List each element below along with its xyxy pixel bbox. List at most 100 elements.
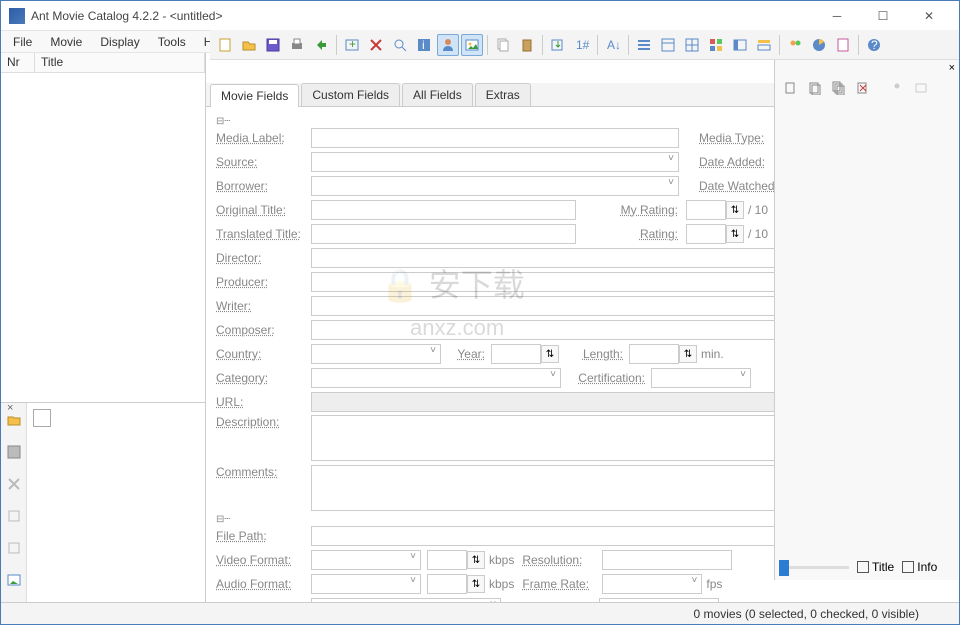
length-stepper[interactable]: ⇅ <box>679 345 697 363</box>
import-icon[interactable] <box>547 34 569 56</box>
export-icon[interactable] <box>310 34 332 56</box>
new-icon[interactable] <box>214 34 236 56</box>
paste-icon[interactable] <box>516 34 538 56</box>
lbl-my-rating: My Rating: <box>596 203 686 217</box>
sort-icon[interactable]: A↓ <box>602 34 624 56</box>
lbl-length: Length: <box>559 347 629 361</box>
my-rating-stepper[interactable]: ⇅ <box>726 201 744 219</box>
group-icon[interactable] <box>753 34 775 56</box>
svg-text:A↓: A↓ <box>607 38 621 52</box>
country-select[interactable] <box>311 344 441 364</box>
menu-tools[interactable]: Tools <box>150 33 194 51</box>
stats-icon[interactable] <box>808 34 830 56</box>
close-button[interactable]: ✕ <box>907 2 951 30</box>
renumber-icon[interactable]: 1# <box>571 34 593 56</box>
side-person-icon[interactable] <box>887 78 907 98</box>
zoom-slider[interactable] <box>779 558 849 576</box>
minimize-button[interactable]: ─ <box>815 2 859 30</box>
lbl-director: Director: <box>216 251 311 265</box>
thumb-paste-icon[interactable] <box>3 537 25 559</box>
lbl-resolution: Resolution: <box>522 553 602 567</box>
certification-select[interactable] <box>651 368 751 388</box>
thumb-picture-icon[interactable] <box>3 569 25 591</box>
collapse-icon-2[interactable]: ⊟┄ <box>216 514 230 525</box>
frame-rate-select[interactable] <box>602 574 702 594</box>
lbl-certification: Certification: <box>561 371 651 385</box>
side-close-icon[interactable]: × <box>949 62 955 74</box>
view-thumbs-icon[interactable] <box>705 34 727 56</box>
video-format-select[interactable] <box>311 550 421 570</box>
info-icon[interactable]: i <box>413 34 435 56</box>
chk-title[interactable]: Title <box>857 560 894 574</box>
menu-file[interactable]: File <box>5 33 40 51</box>
save-icon[interactable] <box>262 34 284 56</box>
menu-movie[interactable]: Movie <box>42 33 90 51</box>
search-icon[interactable] <box>389 34 411 56</box>
files-sizes-input[interactable] <box>599 598 719 602</box>
category-select[interactable] <box>311 368 561 388</box>
collapse-icon[interactable]: ⊟┄ <box>216 116 230 127</box>
col-title[interactable]: Title <box>35 53 205 72</box>
person-icon[interactable] <box>437 34 459 56</box>
view-cards-icon[interactable] <box>729 34 751 56</box>
col-nr[interactable]: Nr <box>1 53 35 72</box>
lbl-comments: Comments: <box>216 465 311 511</box>
audio-format-select[interactable] <box>311 574 421 594</box>
rating-input[interactable] <box>686 224 726 244</box>
thumbnail-area[interactable] <box>27 403 205 602</box>
add-icon[interactable]: + <box>341 34 363 56</box>
tab-extras[interactable]: Extras <box>475 83 531 106</box>
svg-text:?: ? <box>871 38 878 52</box>
picture-icon[interactable] <box>461 34 483 56</box>
delete-icon[interactable] <box>365 34 387 56</box>
side-copy2-icon[interactable] <box>805 78 825 98</box>
chk-info[interactable]: Info <box>902 560 937 574</box>
movie-list[interactable] <box>1 73 205 402</box>
source-select[interactable] <box>311 152 679 172</box>
side-delete-icon[interactable] <box>853 78 873 98</box>
year-stepper[interactable]: ⇅ <box>541 345 559 363</box>
borrower-select[interactable] <box>311 176 679 196</box>
print-icon[interactable] <box>286 34 308 56</box>
audio-bitrate-input[interactable] <box>427 574 467 594</box>
producer-input[interactable] <box>311 272 779 292</box>
svg-text:1#: 1# <box>576 38 590 52</box>
lbl-translated-title: Translated Title: <box>216 227 311 241</box>
tab-custom-fields[interactable]: Custom Fields <box>301 83 400 106</box>
side-picture2-icon[interactable] <box>911 78 931 98</box>
open-icon[interactable] <box>238 34 260 56</box>
thumb-copy-icon[interactable] <box>3 505 25 527</box>
thumb-save-icon[interactable] <box>3 441 25 463</box>
menu-display[interactable]: Display <box>92 33 147 51</box>
view-form-icon[interactable] <box>657 34 679 56</box>
year-input[interactable] <box>491 344 541 364</box>
lbl-writer: Writer: <box>216 299 311 313</box>
writer-input[interactable] <box>311 296 779 316</box>
tab-all-fields[interactable]: All Fields <box>402 83 473 106</box>
users-icon[interactable] <box>784 34 806 56</box>
original-title-input[interactable] <box>311 200 576 220</box>
length-input[interactable] <box>629 344 679 364</box>
window-title: Ant Movie Catalog 4.2.2 - <untitled> <box>31 9 815 23</box>
director-input[interactable] <box>311 248 779 268</box>
rating-stepper[interactable]: ⇅ <box>726 225 744 243</box>
maximize-button[interactable]: ☐ <box>861 2 905 30</box>
view-list-icon[interactable] <box>633 34 655 56</box>
media-label-input[interactable] <box>311 128 679 148</box>
translated-title-input[interactable] <box>311 224 576 244</box>
my-rating-input[interactable] <box>686 200 726 220</box>
side-copy-icon[interactable] <box>781 78 801 98</box>
help-icon[interactable]: ? <box>863 34 885 56</box>
lbl-video-format: Video Format: <box>216 553 311 567</box>
composer-input[interactable] <box>311 320 779 340</box>
resolution-input[interactable] <box>602 550 732 570</box>
copy-icon[interactable] <box>492 34 514 56</box>
thumb-open-icon[interactable] <box>3 409 25 431</box>
script-icon[interactable] <box>832 34 854 56</box>
languages-select[interactable] <box>311 598 501 602</box>
side-copy3-icon[interactable] <box>829 78 849 98</box>
video-bitrate-input[interactable] <box>427 550 467 570</box>
view-grid-icon[interactable] <box>681 34 703 56</box>
tab-movie-fields[interactable]: Movie Fields <box>210 84 299 107</box>
thumb-delete-icon[interactable] <box>3 473 25 495</box>
